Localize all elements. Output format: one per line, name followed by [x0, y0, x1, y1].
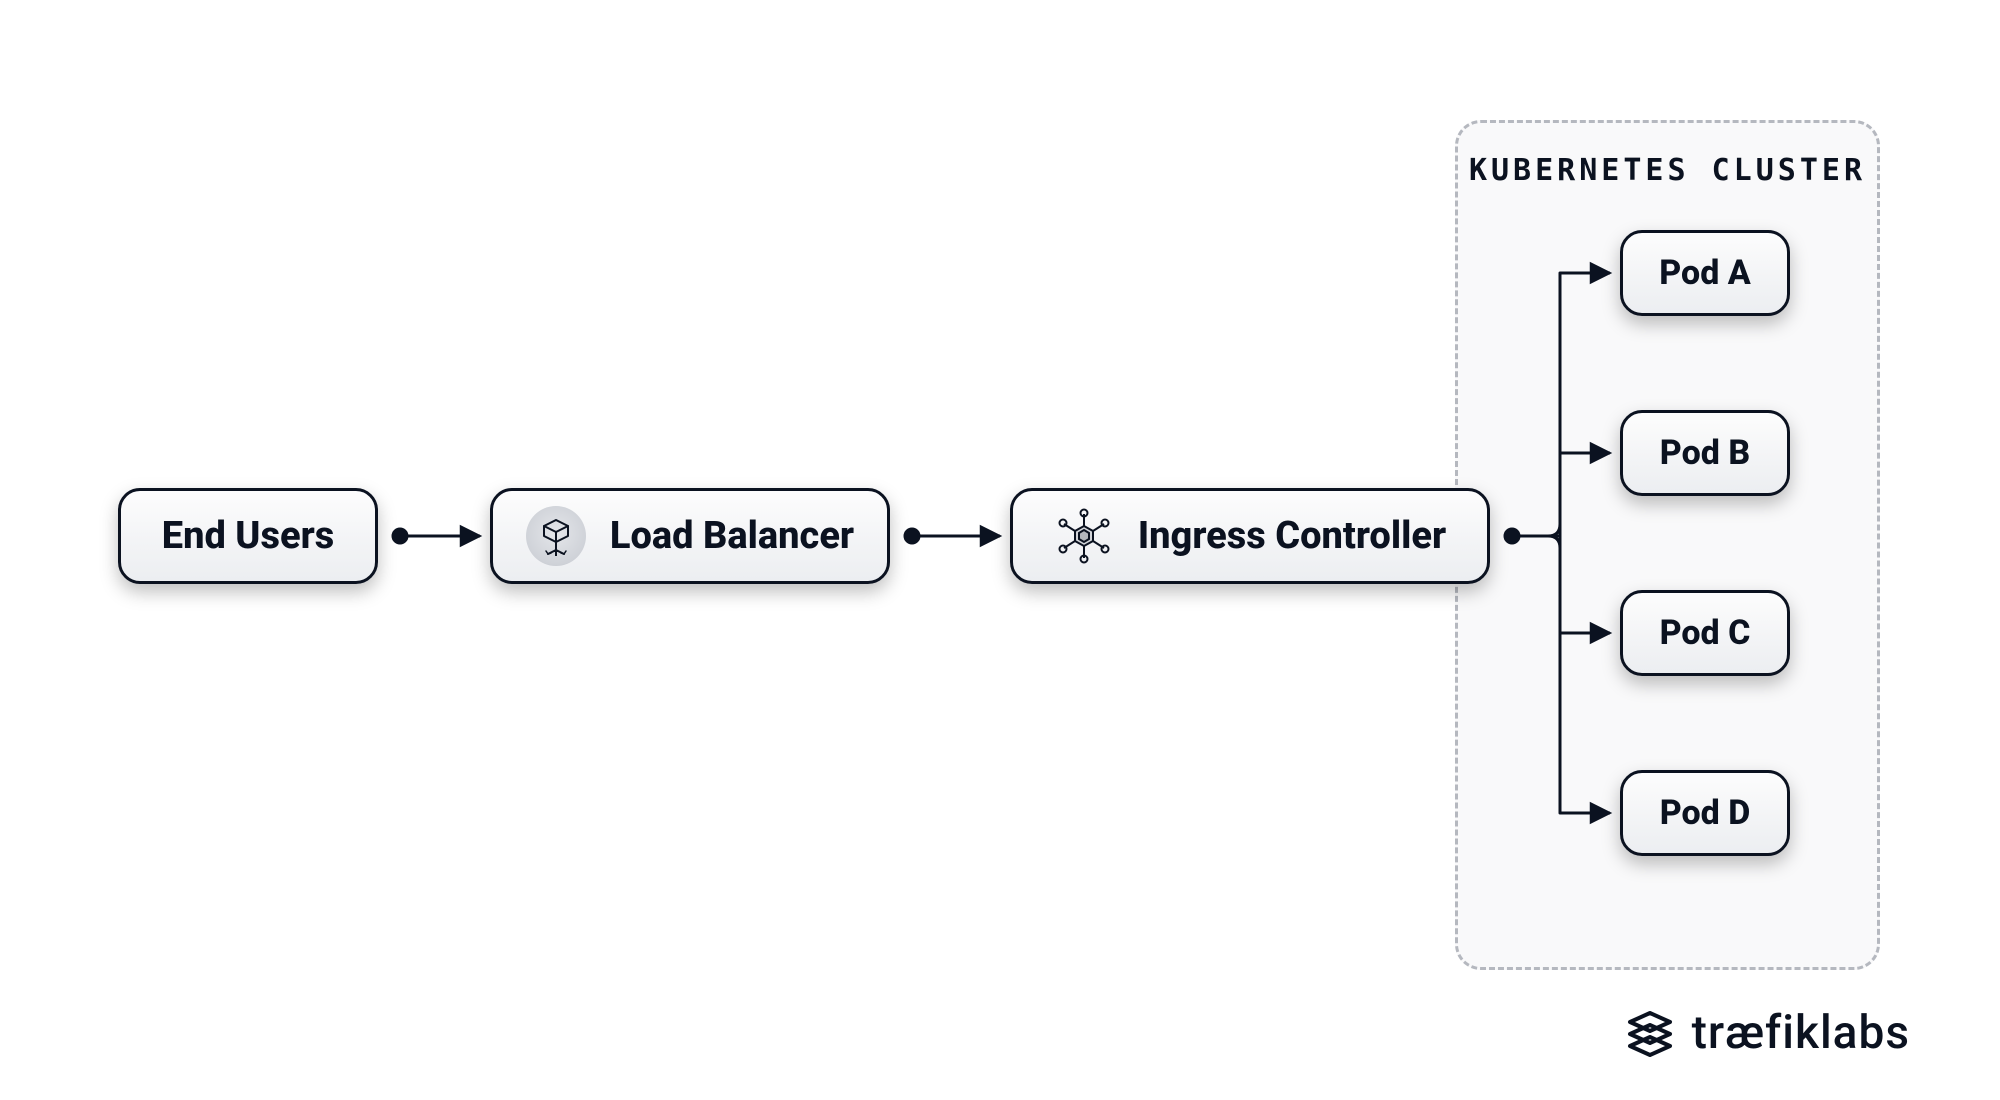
network-mesh-icon [1054, 506, 1114, 566]
end-users-node: End Users [118, 488, 378, 584]
pod-b-node: Pod B [1620, 410, 1790, 496]
load-balancer-node: Load Balancer [490, 488, 890, 584]
pod-c-node: Pod C [1620, 590, 1790, 676]
diagram-canvas: KUBERNETES CLUSTER End Users Load Balanc… [0, 0, 2000, 1100]
ingress-controller-node: Ingress Controller [1010, 488, 1490, 584]
pod-b-label: Pod B [1660, 433, 1750, 473]
brand-name: træfiklabs [1692, 1006, 1910, 1060]
load-balancer-label: Load Balancer [610, 514, 854, 558]
pod-a-label: Pod A [1659, 253, 1751, 293]
end-users-label: End Users [162, 514, 334, 558]
traefik-logo-icon [1624, 1007, 1676, 1059]
load-balancer-icon [526, 506, 586, 566]
pod-d-node: Pod D [1620, 770, 1790, 856]
ingress-controller-label: Ingress Controller [1138, 514, 1446, 558]
pod-a-node: Pod A [1620, 230, 1790, 316]
brand-logo: træfiklabs [1624, 1006, 1910, 1060]
pod-d-label: Pod D [1660, 793, 1751, 833]
pod-c-label: Pod C [1660, 613, 1751, 653]
cluster-title: KUBERNETES CLUSTER [1458, 153, 1877, 188]
